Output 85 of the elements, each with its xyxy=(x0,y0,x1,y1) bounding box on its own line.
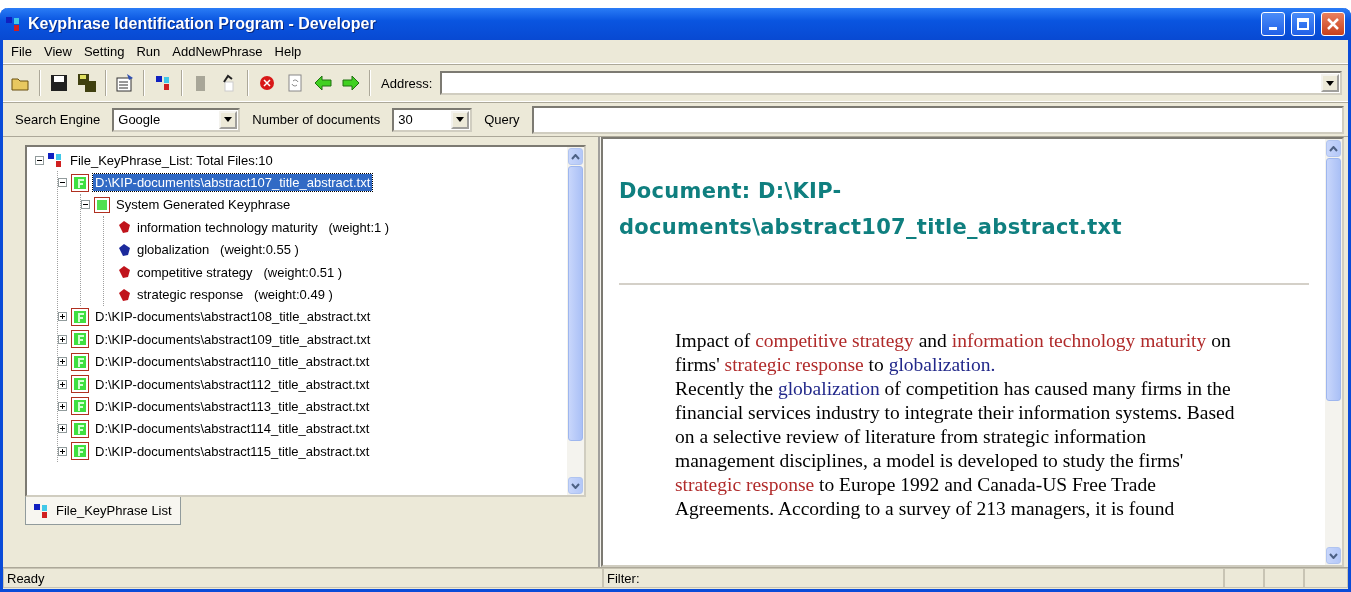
app-icon xyxy=(34,502,50,519)
chevron-down-icon xyxy=(1329,552,1338,559)
file-icon xyxy=(71,375,89,394)
tree-item[interactable]: D:\KIP-documents\abstract112_title_abstract.txt xyxy=(93,375,372,393)
tree-item[interactable]: competitive strategy (weight:0.51 ) xyxy=(135,263,345,281)
file-icon xyxy=(71,442,89,461)
tree-item[interactable]: D:\KIP-documents\abstract113_title_abstract.txt xyxy=(93,398,372,415)
tree-item[interactable]: D:\KIP-documents\abstract115_title_abstract.txt xyxy=(93,442,372,460)
refresh-icon xyxy=(285,73,305,93)
app-icon xyxy=(6,16,22,32)
caret-icon xyxy=(1326,80,1334,86)
expand-toggle[interactable] xyxy=(58,334,67,344)
search-engine-dropdown[interactable]: Google xyxy=(112,107,241,132)
minimize-button[interactable] xyxy=(1261,12,1285,36)
expand-toggle[interactable] xyxy=(58,424,67,434)
status-text: Ready xyxy=(3,568,603,588)
tree-item[interactable]: information technology maturity (weight:1 ) xyxy=(135,218,392,236)
back-arrow-icon xyxy=(313,73,333,93)
menu-item[interactable]: Run xyxy=(130,42,167,61)
menu-item[interactable]: View xyxy=(37,42,78,61)
tree-item[interactable]: D:\KIP-documents\abstract110_title_abstract.txt xyxy=(93,353,372,371)
forward-arrow-icon xyxy=(341,73,361,93)
maximize-icon xyxy=(1297,18,1309,30)
caret-icon xyxy=(456,117,465,122)
properties-icon xyxy=(115,73,135,93)
document-count-label: Number of documents xyxy=(251,112,382,127)
maximize-button[interactable] xyxy=(1291,12,1315,36)
scrollbar[interactable] xyxy=(567,147,584,495)
address-field[interactable] xyxy=(440,71,1342,95)
scroll-down-button[interactable] xyxy=(1326,547,1341,564)
search-engine-label: Search Engine xyxy=(14,112,102,127)
tree-item[interactable]: D:\KIP-documents\abstract114_title_abstract.txt xyxy=(93,420,372,438)
expand-toggle[interactable] xyxy=(81,200,90,210)
file-icon xyxy=(71,307,89,326)
save-all-icon xyxy=(77,73,97,93)
chevron-down-icon xyxy=(571,482,580,489)
scroll-up-button[interactable] xyxy=(1326,140,1341,157)
scroll-thumb[interactable] xyxy=(568,166,583,441)
expand-toggle[interactable] xyxy=(58,379,67,389)
document-text: Recently the globalization of competition has caused many firms in the financial services industry to integrate their information systems. Based on a selective review of literature from strategic information management disciplines, a model is developed to study the firms' strategic response to Europe 1992 and Canada-US Free Trade Agreements. According to a survey of 213 managers, it is found xyxy=(675,377,1236,521)
file-icon xyxy=(71,330,89,349)
save-icon xyxy=(49,73,69,93)
expand-toggle[interactable] xyxy=(58,357,67,367)
document-text: Impact of competitive strategy and information technology maturity on firms' strategic response to globalization. xyxy=(675,329,1232,377)
stop-icon xyxy=(257,73,277,93)
document-heading: Document: D:\KIP-documents\abstract107_title_abstract.txt xyxy=(619,178,1123,241)
tree-item[interactable]: D:\KIP-documents\abstract107_title_abstract.txt xyxy=(93,174,373,192)
filter-status: Filter: xyxy=(603,568,1224,588)
window-title: Keyphrase Identification Program - Developer xyxy=(28,15,377,33)
query-label: Query xyxy=(483,112,521,127)
tree-item[interactable]: strategic response (weight:0.49 ) xyxy=(135,286,335,304)
expand-toggle[interactable] xyxy=(35,155,44,165)
menu-item[interactable]: File xyxy=(5,42,38,61)
menu-item[interactable]: Help xyxy=(268,42,308,61)
expand-toggle[interactable] xyxy=(58,312,67,322)
file-icon xyxy=(71,352,89,371)
close-icon xyxy=(1327,18,1339,30)
expand-toggle[interactable] xyxy=(58,446,67,456)
tree-item[interactable]: D:\KIP-documents\abstract108_title_abstract.txt xyxy=(93,308,373,326)
minimize-icon xyxy=(1269,26,1277,30)
tree-item[interactable]: System Generated Keyphrase xyxy=(114,196,293,214)
scroll-up-button[interactable] xyxy=(568,148,583,165)
chevron-up-icon xyxy=(571,153,580,160)
close-button[interactable] xyxy=(1321,12,1345,36)
group-icon xyxy=(94,196,110,213)
file-icon xyxy=(71,173,89,192)
expand-toggle[interactable] xyxy=(58,178,67,188)
tree-item[interactable]: File_KeyPhrase_List: Total Files:10 xyxy=(68,151,275,169)
tree-item[interactable]: D:\KIP-documents\abstract109_title_abstract.txt xyxy=(93,330,373,348)
scroll-down-button[interactable] xyxy=(568,477,583,494)
app-icon xyxy=(48,152,64,169)
scrollbar[interactable] xyxy=(1325,139,1342,565)
menu-item[interactable]: Setting xyxy=(77,42,131,61)
menu-item[interactable]: AddNewPhrase xyxy=(166,42,269,61)
scroll-thumb[interactable] xyxy=(1326,158,1341,401)
chevron-up-icon xyxy=(1329,145,1338,152)
file-icon xyxy=(71,419,89,438)
tree-item[interactable]: globalization (weight:0.55 ) xyxy=(135,241,301,259)
caret-icon xyxy=(224,117,233,122)
file-icon xyxy=(71,397,89,416)
address-label: Address: xyxy=(380,75,434,91)
expand-toggle[interactable] xyxy=(58,402,67,411)
tab[interactable]: File_KeyPhrase List xyxy=(25,497,181,525)
query-field[interactable] xyxy=(531,105,1344,134)
document-count-dropdown[interactable]: 30 xyxy=(392,107,473,132)
